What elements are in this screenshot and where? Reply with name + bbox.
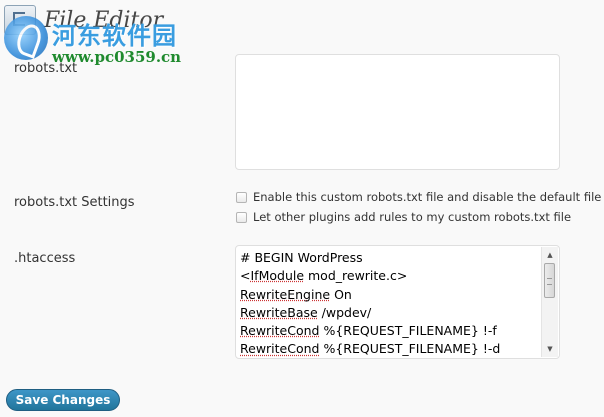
htaccess-content: # BEGIN WordPress <IfModule mod_rewrite.… <box>240 249 539 359</box>
misspelled-word: RewriteCond <box>240 323 320 339</box>
allow-plugins-rules-checkbox[interactable] <box>236 211 247 223</box>
robots-txt-label: robots.txt <box>14 61 78 76</box>
htaccess-label: .htaccess <box>14 251 76 266</box>
watermark-text: 河东软件园 <box>52 22 177 50</box>
watermark-logo-icon <box>4 16 48 60</box>
htaccess-line: RewriteEngine On <box>240 286 352 302</box>
htaccess-line: # BEGIN WordPress <box>240 250 363 265</box>
htaccess-textarea[interactable]: # BEGIN WordPress <IfModule mod_rewrite.… <box>235 245 560 359</box>
enable-custom-robots-checkbox[interactable] <box>236 191 247 203</box>
misspelled-word: RewriteBase <box>240 304 318 320</box>
enable-custom-robots-option[interactable]: Enable this custom robots.txt file and d… <box>236 190 601 204</box>
misspelled-word: IfModule <box>250 268 305 284</box>
htaccess-line: <IfModule mod_rewrite.c> <box>240 268 408 284</box>
misspelled-word: RewriteCond <box>240 341 320 357</box>
robots-settings-label: robots.txt Settings <box>14 195 135 210</box>
allow-plugins-rules-option[interactable]: Let other plugins add rules to my custom… <box>236 210 571 224</box>
watermark: 河东软件园 www.pc0359.cn <box>2 10 217 68</box>
scroll-thumb[interactable] <box>544 263 555 298</box>
htaccess-line: RewriteCond %{REQUEST_FILENAME} !-d <box>240 341 501 357</box>
scroll-up-arrow-icon[interactable]: ▲ <box>542 248 558 262</box>
htaccess-scrollbar[interactable]: ▲ ▼ <box>541 247 558 357</box>
scroll-down-arrow-icon[interactable]: ▼ <box>542 342 558 356</box>
enable-custom-robots-label: Enable this custom robots.txt file and d… <box>253 190 602 204</box>
robots-txt-textarea[interactable] <box>235 54 560 170</box>
htaccess-line: RewriteCond %{REQUEST_FILENAME} !-f <box>240 323 497 339</box>
allow-plugins-rules-label: Let other plugins add rules to my custom… <box>253 210 572 224</box>
save-changes-button[interactable]: Save Changes <box>6 389 120 411</box>
htaccess-line: RewriteBase /wpdev/ <box>240 304 372 320</box>
misspelled-word: RewriteEngine <box>240 286 331 302</box>
